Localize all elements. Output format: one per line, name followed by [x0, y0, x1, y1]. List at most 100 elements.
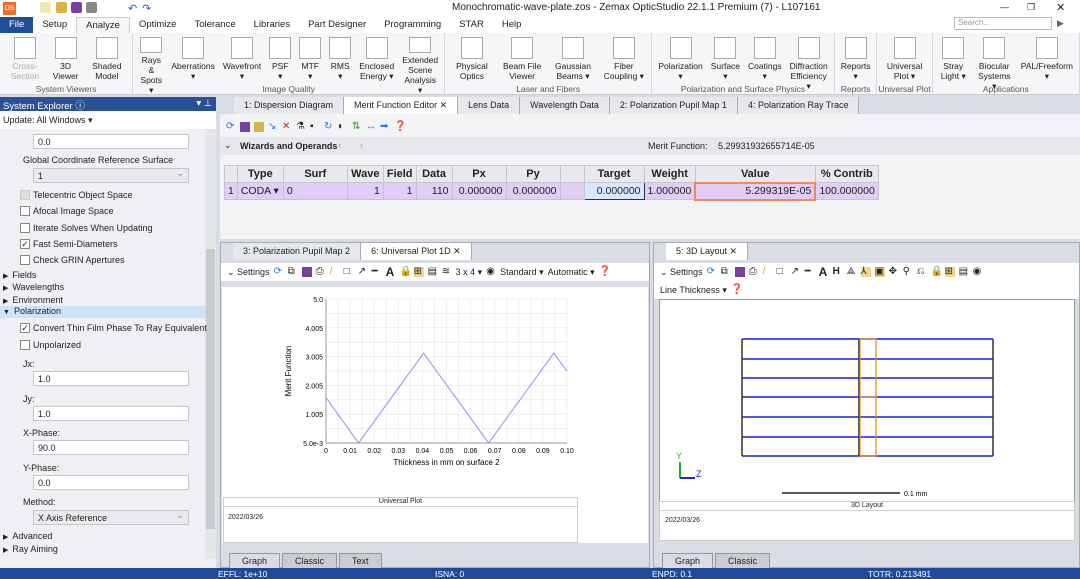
lock-icon[interactable]: 🔒 [400, 267, 412, 277]
cell-px[interactable]: 0.000000 [451, 182, 507, 200]
undo-icon[interactable]: ↶ [128, 2, 139, 15]
tab-merit-function-editor[interactable]: Merit Function Editor ✕ [344, 97, 459, 114]
axes-icon[interactable]: ⅄ [860, 267, 871, 277]
section-advanced[interactable]: ▶ Advanced [3, 531, 52, 541]
redo-icon[interactable]: ↷ [142, 2, 153, 15]
menu-star[interactable]: STAR [450, 17, 493, 33]
export-icon[interactable] [734, 267, 745, 277]
arrow-icon[interactable]: ↗ [791, 267, 801, 277]
checkbox-fast-semi-diameters[interactable]: ✓ [20, 238, 30, 249]
copy-icon[interactable]: ⧉ [721, 267, 731, 277]
layout-icon[interactable]: ⊞ [413, 267, 424, 277]
section-fields[interactable]: ▶ Fields [3, 270, 36, 280]
reset-view-icon[interactable]: ⎌ [917, 267, 927, 277]
y-phase-input[interactable]: 0.0 [33, 474, 189, 490]
gcrs-dropdown[interactable]: 1 [33, 168, 189, 183]
tab-4-polarization-ray-trace[interactable]: 4: Polarization Ray Trace [737, 97, 860, 114]
run-icon[interactable]: ▶ [1057, 18, 1064, 29]
jx-input[interactable]: 1.0 [33, 371, 189, 386]
switch-icon[interactable]: ◐ [338, 122, 348, 132]
wizards-label[interactable]: Wizards and Operands [240, 141, 337, 151]
layers-icon[interactable]: ≋ [442, 267, 452, 277]
restore-button[interactable]: ❐ [1027, 2, 1035, 13]
tab-graph[interactable]: Graph [229, 553, 281, 569]
tab-wavelength-data[interactable]: Wavelength Data [520, 97, 610, 114]
help-icon[interactable]: ❓ [394, 122, 406, 132]
grid-dropdown[interactable]: 3 x 4 ▾ [456, 267, 483, 278]
section-wavelengths[interactable]: ▶ Wavelengths [3, 282, 64, 292]
cell-type[interactable]: CODA ▾ [236, 182, 284, 200]
tab-lens-data[interactable]: Lens Data [458, 97, 521, 114]
line-icon[interactable]: ━ [372, 267, 382, 277]
settings-button[interactable]: ⌄ Settings [227, 267, 270, 278]
load-icon[interactable] [254, 122, 264, 132]
line-thickness-dropdown[interactable]: Line Thickness ▾ [660, 285, 727, 296]
tab-6-universal-plot-1d[interactable]: 6: Universal Plot 1D ✕ [361, 243, 472, 260]
view-icon[interactable]: ▣ [874, 267, 885, 277]
close-button[interactable]: ✕ [1056, 1, 1065, 14]
text-icon[interactable]: A [819, 266, 829, 278]
x-phase-input[interactable]: 90.0 [33, 440, 189, 455]
wizard-icon[interactable]: ⚗ [296, 122, 306, 132]
pencil-icon[interactable]: / [763, 267, 773, 277]
scrollbar[interactable] [205, 129, 216, 559]
print-icon[interactable] [86, 2, 97, 13]
cell-contrib[interactable]: 100.000000 [814, 182, 879, 200]
window-icon[interactable]: ▤ [428, 267, 438, 277]
swap-icon[interactable]: ⇅ [352, 122, 362, 132]
section-ray-aiming[interactable]: ▶ Ray Aiming [3, 544, 58, 554]
tab-classic[interactable]: Classic [282, 553, 338, 569]
automatic-dropdown[interactable]: Automatic ▾ [548, 267, 595, 278]
method-dropdown[interactable]: X Axis Reference [33, 510, 189, 525]
new-file-icon[interactable] [40, 2, 51, 13]
menu-libraries[interactable]: Libraries [245, 17, 299, 33]
tab-3-polarization-pupil-map-2[interactable]: 3: Polarization Pupil Map 2 [233, 243, 362, 260]
toggle-icon[interactable]: ▪ [310, 122, 320, 132]
tab-3d-layout[interactable]: 5: 3D Layout ✕ [666, 243, 749, 260]
rectangle-icon[interactable]: □ [344, 267, 354, 277]
rotate-icon[interactable]: ⟁ [847, 267, 857, 277]
cell-data[interactable]: 110 [415, 182, 453, 200]
top-value-input[interactable]: 0.0 [33, 134, 189, 149]
cell-value[interactable]: 5.299319E-05 [694, 181, 817, 201]
insert-icon[interactable]: ↘ [268, 122, 278, 132]
prev-button[interactable]: ‹ [338, 140, 341, 150]
settings-button[interactable]: ⌄ Settings [660, 267, 703, 278]
cell-surf[interactable]: 0 [282, 182, 348, 200]
pencil-icon[interactable]: / [330, 267, 340, 277]
cell-wave[interactable]: 1 [346, 182, 384, 200]
tab-2-polarization-pupil-map-1[interactable]: 2: Polarization Pupil Map 1 [609, 97, 738, 114]
refresh-icon[interactable]: ⟳ [274, 267, 284, 277]
arrow-icon[interactable]: ➡ [380, 122, 390, 132]
delete-icon[interactable]: ✕ [282, 122, 292, 132]
checkbox-unpolarized[interactable] [20, 339, 30, 350]
minimize-button[interactable]: — [1000, 2, 1009, 12]
search-input[interactable]: Search... [954, 17, 1052, 30]
timer-icon[interactable]: ◉ [973, 267, 983, 277]
lock-icon[interactable]: 🔒 [931, 267, 943, 277]
checkbox-iterate-solves-when-updating[interactable] [20, 222, 30, 233]
tab-graph[interactable]: Graph [662, 553, 714, 569]
print-icon[interactable]: ⎙ [749, 267, 759, 277]
menu-setup[interactable]: Setup [33, 17, 76, 33]
menu-part-designer[interactable]: Part Designer [299, 17, 375, 33]
open-icon[interactable] [56, 2, 67, 13]
export-icon[interactable] [301, 267, 312, 277]
scroll-thumb[interactable] [206, 249, 215, 529]
text-icon[interactable]: A [386, 266, 396, 278]
cell-field[interactable]: 1 [382, 182, 417, 200]
save-icon[interactable] [240, 122, 250, 132]
window-icon[interactable]: ▤ [959, 267, 969, 277]
timer-icon[interactable]: ◉ [486, 267, 496, 277]
zoom-icon[interactable]: ⚲ [903, 267, 913, 277]
cell-weight[interactable]: 1.000000 [643, 182, 696, 200]
dimension-icon[interactable]: H [833, 267, 843, 277]
pin-icon[interactable]: ▾ ⊥ [196, 98, 212, 109]
tab-1-dispersion-diagram[interactable]: 1: Dispersion Diagram [234, 97, 345, 114]
line-icon[interactable]: ━ [805, 267, 815, 277]
layout-icon[interactable]: ⊞ [944, 267, 955, 277]
print-icon[interactable]: ⎙ [316, 267, 326, 277]
menu-analyze[interactable]: Analyze [76, 17, 130, 33]
link-icon[interactable]: ↻ [324, 122, 334, 132]
refresh-icon[interactable]: ⟳ [226, 122, 236, 132]
